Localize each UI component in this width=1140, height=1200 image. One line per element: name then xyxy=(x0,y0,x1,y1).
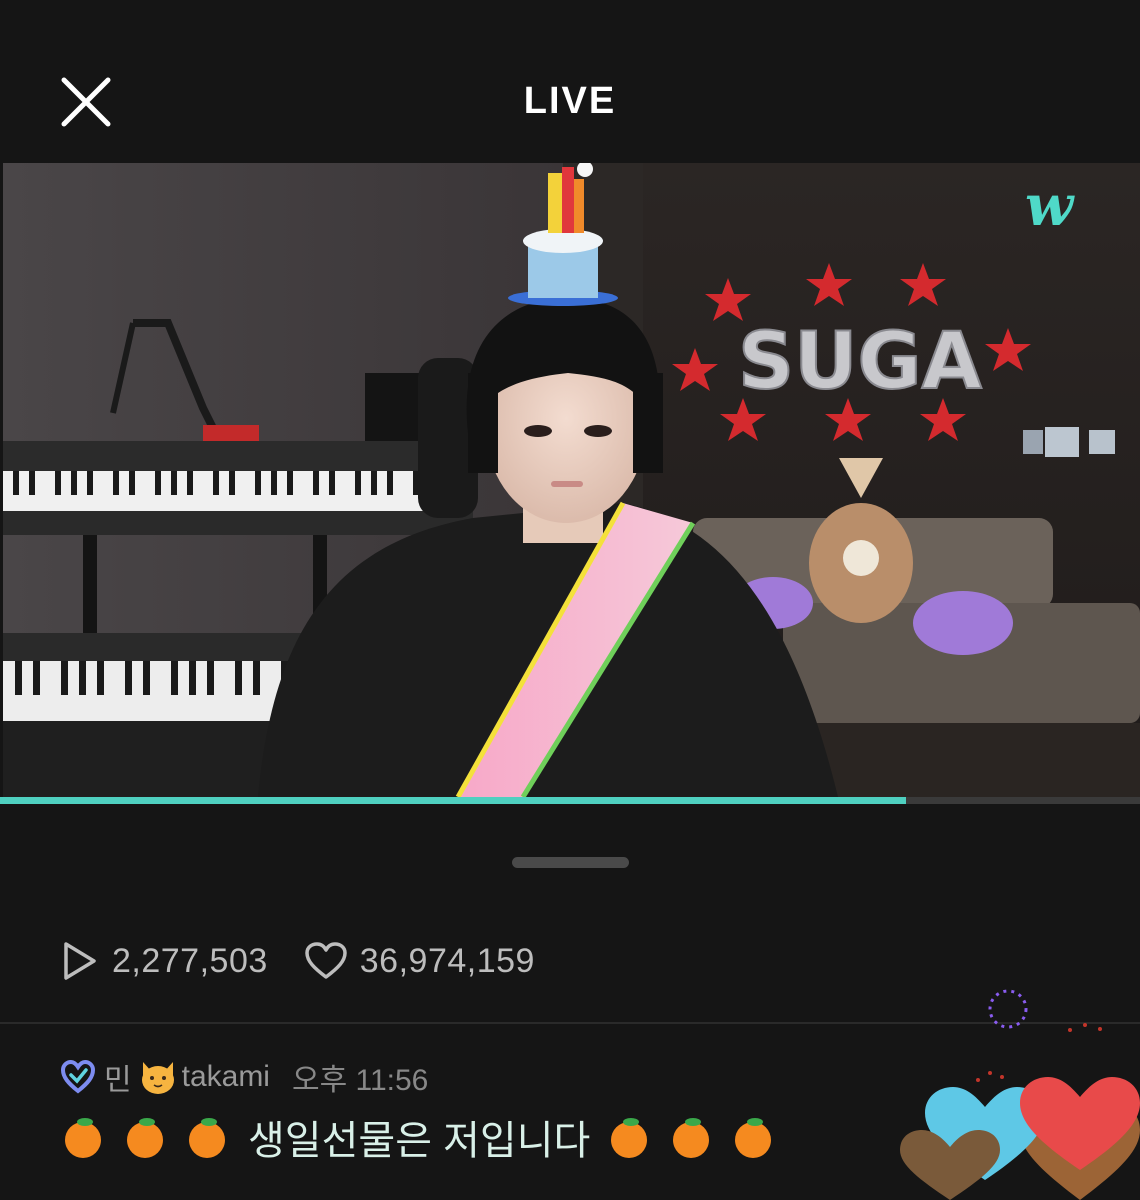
username-prefix: 민 xyxy=(104,1064,132,1097)
heart-reactions xyxy=(890,985,1140,1200)
orange-emoji-icon xyxy=(611,1118,648,1158)
membership-badge-icon xyxy=(60,1059,96,1094)
comment-time: 오후 11:56 xyxy=(291,1064,429,1097)
orange-emoji-icon xyxy=(127,1118,163,1158)
orange-emoji-icon xyxy=(735,1118,772,1158)
orange-emoji-icon xyxy=(673,1118,710,1158)
orange-emoji-icon xyxy=(189,1118,225,1158)
comment-meta: 민 takami 오후 11:56 xyxy=(60,1055,940,1099)
suga-balloons: SUGA xyxy=(738,317,982,407)
video-progress-bar[interactable] xyxy=(0,797,1140,804)
comment-message: 생일선물은 저입니다 xyxy=(248,1119,591,1163)
page-title: LIVE xyxy=(523,80,617,122)
orange-emoji-icon xyxy=(65,1118,101,1158)
top-bar: LIVE xyxy=(0,0,1140,163)
weverse-logo: w xyxy=(1025,173,1075,239)
like-count-value: 36,974,159 xyxy=(359,941,535,980)
video-progress-fill xyxy=(0,797,907,804)
play-count: 2,277,503 xyxy=(60,939,268,983)
video-frame: SUGA w xyxy=(3,163,1140,797)
play-icon xyxy=(64,942,96,980)
panel-drag-handle[interactable] xyxy=(512,857,629,868)
heart-reaction-icons xyxy=(900,989,1140,1200)
like-count: 36,974,159 xyxy=(304,941,535,981)
video-stats: 2,277,503 36,974,159 xyxy=(60,936,571,986)
cat-emoji-icon xyxy=(141,1062,174,1094)
play-count-value: 2,277,503 xyxy=(112,941,268,980)
username[interactable]: takami xyxy=(182,1060,270,1094)
video-player[interactable]: SUGA w xyxy=(3,163,1140,797)
comment-body: 생일선물은 저입니다 xyxy=(60,1107,940,1167)
heart-icon[interactable] xyxy=(304,941,348,981)
chat-comment: 민 takami 오후 11:56 생일선물은 저입니다 xyxy=(60,1055,940,1167)
